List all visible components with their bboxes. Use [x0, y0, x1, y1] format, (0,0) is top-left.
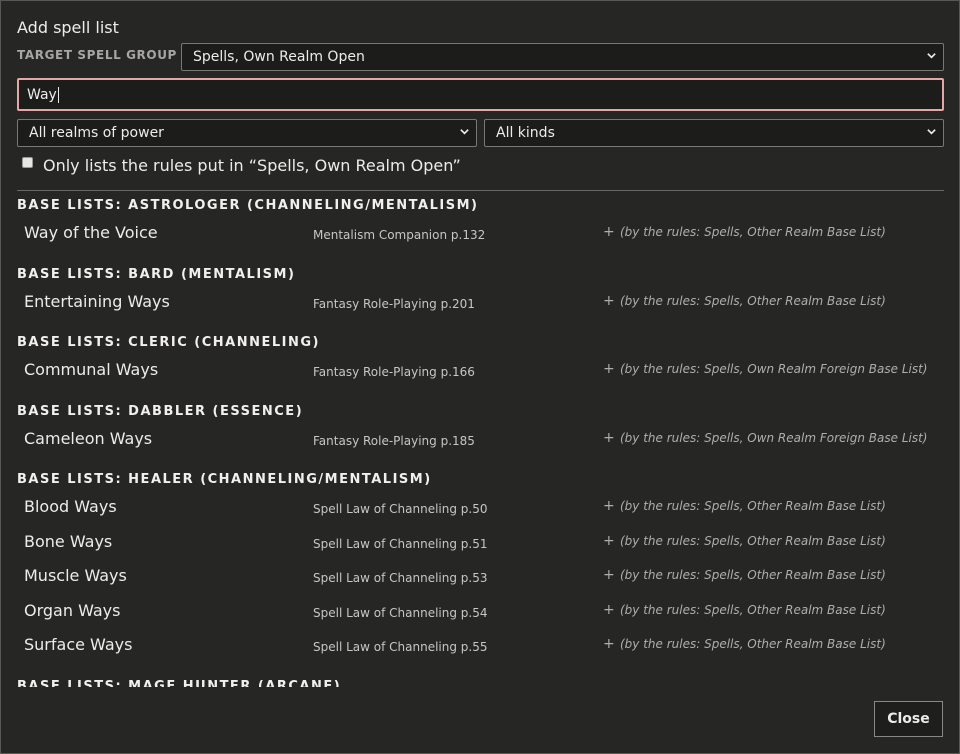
- spell-list-name[interactable]: Entertaining Ways: [24, 292, 170, 311]
- chevron-down-icon: [927, 53, 936, 59]
- spell-list-name[interactable]: Surface Ways: [24, 635, 132, 654]
- spell-group-section: BASE LISTS: HEALER (CHANNELING/MENTALISM…: [17, 471, 944, 662]
- spell-list-rule-note: (by the rules: Spells, Own Realm Foreign…: [620, 430, 928, 445]
- spell-list-rule-note: (by the rules: Spells, Other Realm Base …: [620, 637, 886, 651]
- text-caret: [57, 86, 59, 103]
- only-lists-option: Only lists the rules put in “Spells, Own…: [22, 156, 461, 175]
- spell-list-source: Fantasy Role-Playing p.185: [313, 433, 475, 448]
- spell-list-source: Fantasy Role-Playing p.201: [313, 296, 475, 311]
- spell-list-source: Spell Law of Channeling p.50: [313, 502, 488, 516]
- realm-filter-select[interactable]: All realms of power: [17, 119, 477, 147]
- spell-list-name[interactable]: Communal Ways: [24, 360, 158, 379]
- spell-list-name[interactable]: Bone Ways: [24, 532, 112, 551]
- spell-list-row[interactable]: Way of the Voice Mentalism Companion p.13…: [17, 215, 944, 250]
- spell-list-rule-note: (by the rules: Spells, Other Realm Base …: [620, 293, 886, 308]
- spell-list-source: Spell Law of Channeling p.54: [313, 605, 488, 620]
- spell-list-row[interactable]: Organ Ways Spell Law of Channeling p.54 + (…: [17, 593, 944, 628]
- spell-group-section: BASE LISTS: ASTROLOGER (CHANNELING/MENTA…: [17, 197, 944, 250]
- spell-list-rule-note: (by the rules: Spells, Other Realm Base …: [620, 602, 886, 617]
- spell-group-heading: BASE LISTS: CLERIC (CHANNELING): [17, 335, 320, 350]
- spell-group-section: BASE LISTS: CLERIC (CHANNELING) Communal …: [17, 334, 944, 387]
- spell-list-row[interactable]: Bone Ways Spell Law of Channeling p.51 + (b…: [17, 524, 944, 559]
- spell-list-source: Spell Law of Channeling p.53: [313, 571, 488, 585]
- target-spell-group-label: TARGET SPELL GROUP: [17, 48, 177, 62]
- spell-list-name[interactable]: Blood Ways: [24, 497, 117, 516]
- spell-list-name[interactable]: Cameleon Ways: [24, 429, 152, 448]
- spell-group-section: BASE LISTS: BARD (MENTALISM) Entertaining…: [17, 266, 944, 319]
- only-lists-label[interactable]: Only lists the rules put in “Spells, Own…: [43, 156, 461, 175]
- spell-list-source: Mentalism Companion p.132: [313, 228, 486, 242]
- add-icon[interactable]: +: [603, 361, 615, 377]
- add-icon[interactable]: +: [603, 602, 615, 618]
- only-lists-checkbox[interactable]: [22, 157, 33, 168]
- add-spell-list-dialog: Add spell list TARGET SPELL GROUP Spells…: [0, 0, 960, 754]
- chevron-down-icon: [460, 129, 469, 135]
- spell-list-rule-note: (by the rules: Spells, Other Realm Base …: [620, 533, 886, 548]
- spell-list-rule-note: (by the rules: Spells, Other Realm Base …: [620, 568, 886, 582]
- spell-list-row[interactable]: Surface Ways Spell Law of Channeling p.55…: [17, 627, 944, 662]
- search-input-value: Way: [27, 86, 57, 103]
- spell-list-rule-note: (by the rules: Spells, Other Realm Base …: [620, 499, 886, 513]
- spell-list-source: Spell Law of Channeling p.51: [313, 536, 488, 551]
- target-spell-group-select[interactable]: Spells, Own Realm Open: [181, 43, 944, 71]
- spell-list-name[interactable]: Organ Ways: [24, 601, 120, 620]
- spell-list-row[interactable]: Muscle Ways Spell Law of Channeling p.53 +…: [17, 558, 944, 593]
- add-icon[interactable]: +: [603, 636, 615, 652]
- kind-filter-value: All kinds: [496, 125, 555, 141]
- kind-filter-select[interactable]: All kinds: [484, 119, 944, 147]
- spell-list-results[interactable]: BASE LISTS: ASTROLOGER (CHANNELING/MENTA…: [17, 197, 944, 687]
- spell-list-row[interactable]: Entertaining Ways Fantasy Role-Playing p.…: [17, 284, 944, 319]
- spell-list-source: Spell Law of Channeling p.55: [313, 640, 488, 654]
- spell-group-heading: BASE LISTS: BARD (MENTALISM): [17, 266, 296, 282]
- spell-group-section: BASE LISTS: MAGE HUNTER (ARCANE): [17, 678, 944, 688]
- spell-list-row[interactable]: Cameleon Ways Fantasy Role-Playing p.185 +…: [17, 421, 944, 456]
- close-button[interactable]: Close: [874, 701, 943, 737]
- spell-list-row[interactable]: Blood Ways Spell Law of Channeling p.50 + (…: [17, 489, 944, 524]
- spell-list-rule-note: (by the rules: Spells, Other Realm Base …: [620, 225, 886, 239]
- search-input[interactable]: Way: [17, 78, 944, 111]
- add-icon[interactable]: +: [603, 293, 615, 309]
- spell-group-heading: BASE LISTS: MAGE HUNTER (ARCANE): [17, 678, 342, 688]
- dialog-title: Add spell list: [17, 18, 119, 37]
- add-icon[interactable]: +: [603, 498, 615, 514]
- realm-filter-value: All realms of power: [29, 125, 164, 141]
- add-icon[interactable]: +: [603, 430, 615, 446]
- spell-group-heading: BASE LISTS: DABBLER (ESSENCE): [17, 403, 304, 419]
- add-icon[interactable]: +: [603, 533, 615, 549]
- spell-list-row[interactable]: Communal Ways Fantasy Role-Playing p.166 +…: [17, 352, 944, 387]
- spell-list-name[interactable]: Way of the Voice: [24, 223, 158, 242]
- add-icon[interactable]: +: [603, 567, 615, 583]
- spell-list-name[interactable]: Muscle Ways: [24, 566, 127, 585]
- spell-group-heading: BASE LISTS: HEALER (CHANNELING/MENTALISM…: [17, 472, 432, 487]
- spell-list-source: Fantasy Role-Playing p.166: [313, 365, 475, 379]
- spell-list-rule-note: (by the rules: Spells, Own Realm Foreign…: [620, 362, 928, 376]
- target-spell-group-value: Spells, Own Realm Open: [193, 49, 365, 65]
- spell-group-section: BASE LISTS: DABBLER (ESSENCE) Cameleon Wa…: [17, 403, 944, 456]
- chevron-down-icon: [927, 129, 936, 135]
- add-icon[interactable]: +: [603, 224, 615, 240]
- spell-group-heading: BASE LISTS: ASTROLOGER (CHANNELING/MENTA…: [17, 198, 479, 213]
- divider: [17, 190, 944, 191]
